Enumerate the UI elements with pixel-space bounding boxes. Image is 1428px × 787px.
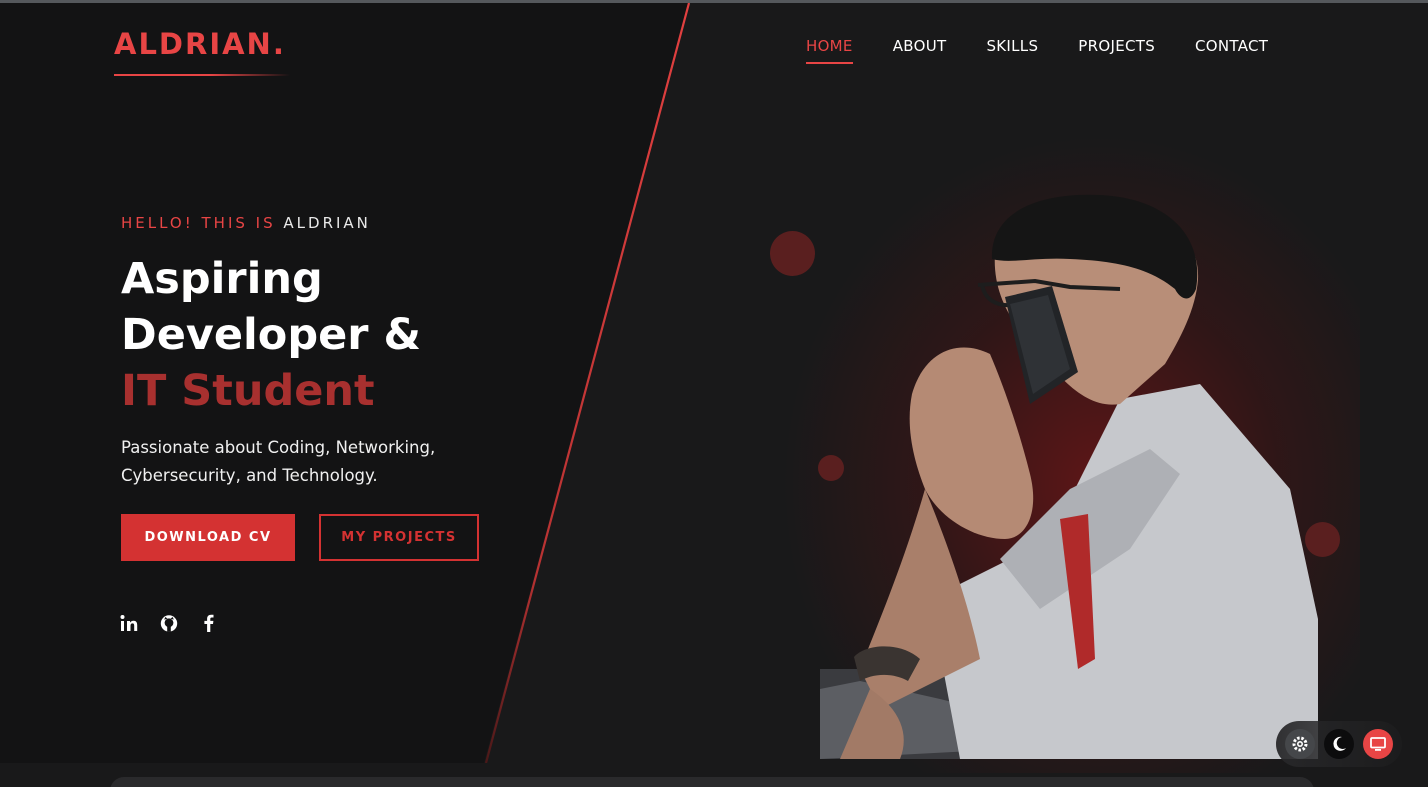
linkedin-icon[interactable] <box>119 612 139 634</box>
profile-photo <box>820 194 1318 759</box>
tagline-line-1: Passionate about Coding, Networking, <box>121 438 436 457</box>
hero-tagline: Passionate about Coding, Networking, Cyb… <box>121 434 501 490</box>
my-projects-button[interactable]: MY PROJECTS <box>319 514 479 561</box>
nav-contact-link[interactable]: CONTACT <box>1195 37 1268 64</box>
github-icon[interactable] <box>159 612 179 634</box>
nav-about-link[interactable]: ABOUT <box>893 37 947 64</box>
theme-option-dark[interactable] <box>1324 729 1354 759</box>
site-logo[interactable]: ALDRIAN. <box>114 27 286 61</box>
logo-underline <box>114 74 290 76</box>
headline-accent: IT Student <box>121 366 375 416</box>
hero-eyebrow: HELLO! THIS IS ALDRIAN <box>121 214 371 232</box>
eyebrow-prefix: HELLO! THIS IS <box>121 214 276 232</box>
next-section-edge <box>110 777 1314 787</box>
portfolio-page: ALDRIAN. HOME ABOUT SKILLS PROJECTS CONT… <box>0 0 1428 787</box>
moon-icon <box>1333 736 1346 751</box>
tagline-line-2: Cybersecurity, and Technology. <box>121 466 378 485</box>
monitor-icon <box>1370 737 1386 751</box>
gear-icon <box>1292 736 1308 752</box>
theme-option-monitor[interactable] <box>1363 729 1393 759</box>
theme-switcher <box>1276 721 1402 767</box>
eyebrow-name: ALDRIAN <box>283 214 371 232</box>
headline-line-2: Developer & <box>121 310 421 360</box>
facebook-icon[interactable] <box>199 612 219 634</box>
decor-dot <box>770 231 815 276</box>
social-links <box>119 612 219 634</box>
nav-skills-link[interactable]: SKILLS <box>986 37 1038 64</box>
theme-option-system[interactable] <box>1285 729 1315 759</box>
download-cv-button[interactable]: DOWNLOAD CV <box>121 514 295 561</box>
nav-projects-link[interactable]: PROJECTS <box>1078 37 1155 64</box>
main-nav: HOME ABOUT SKILLS PROJECTS CONTACT <box>806 37 1268 64</box>
hero-headline: Aspiring Developer & IT Student <box>121 251 421 419</box>
nav-home-link[interactable]: HOME <box>806 37 853 64</box>
headline-line-1: Aspiring <box>121 254 323 304</box>
